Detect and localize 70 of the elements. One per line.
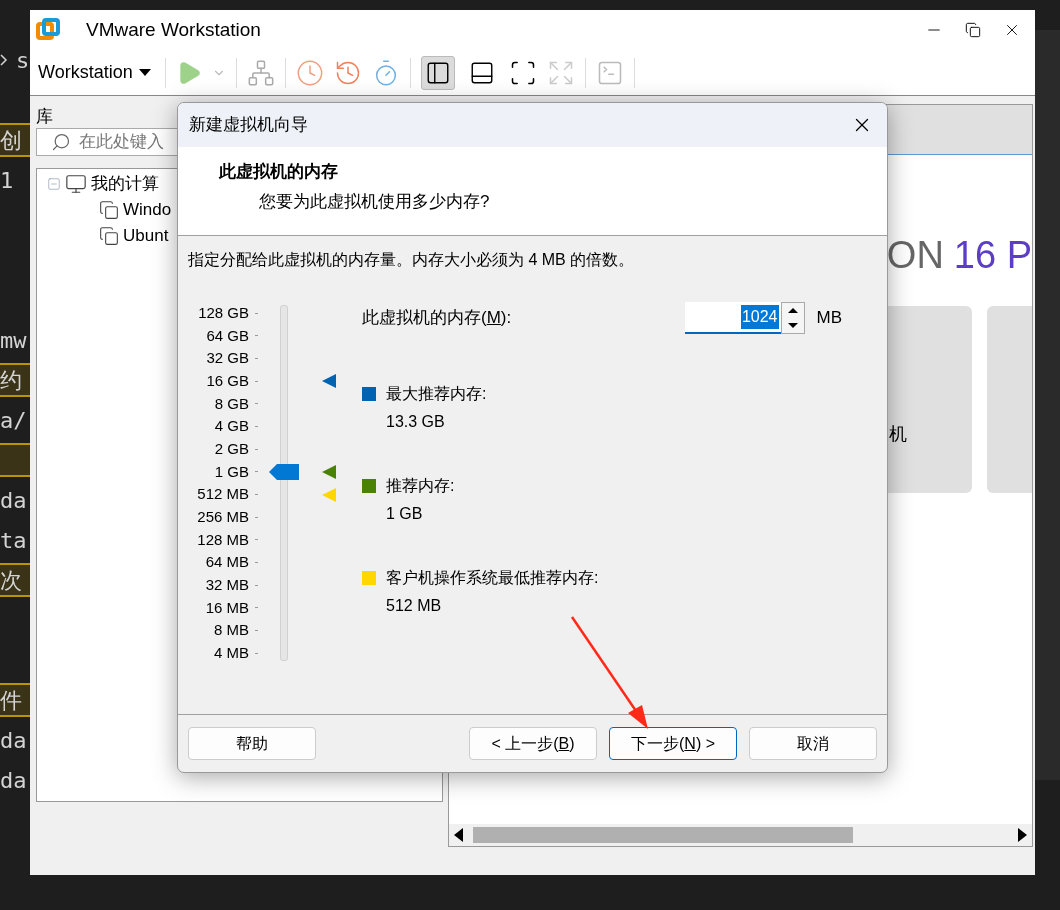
search-highlight: 次 [0,563,30,597]
dialog-button[interactable]: 取消 [749,727,877,760]
brand-text: ON [886,233,944,278]
code-text: a/ [0,406,27,435]
scale-label: 64 MB [205,552,249,573]
code-text: da [0,726,27,755]
restore-icon[interactable] [965,22,981,38]
unit-label: MB [816,307,842,330]
left-arrow-icon[interactable] [453,828,463,842]
dialog-button[interactable]: 下一步(N) > [609,727,737,760]
window-title: VMware Workstation [86,17,261,42]
search-highlight [0,443,30,477]
scale-label: 32 MB [205,574,249,595]
chevron-icon [0,54,8,66]
slider-thumb[interactable] [269,463,299,480]
search-icon [51,132,71,152]
scale-label: 8 MB [214,620,249,641]
page-subheading: 您要为此虚拟机使用多少内存? [259,190,491,213]
legend-label: 推荐内存: [386,476,455,496]
legend-value: 512 MB [386,596,443,616]
library-title: 库 [36,106,53,128]
legend-value: 13.3 GB [386,412,446,432]
workstation-menu[interactable]: Workstation [38,59,155,86]
search-highlight: 件 [0,683,30,717]
computer-icon [65,173,87,195]
memory-spinbox[interactable]: 1024 [684,302,781,334]
vm-icon [99,200,119,220]
scale-label: 8 GB [214,393,249,414]
brand-text: 16 P [953,233,1032,278]
legend-value: 1 GB [386,504,424,524]
description-text: 指定分配给此虚拟机的内存量。内存大小必须为 4 MB 的倍数。 [188,251,635,268]
code-text: da [0,766,27,795]
scale-label: 32 GB [206,348,249,369]
right-arrow-icon[interactable] [1018,828,1028,842]
scale-label: 2 GB [214,439,249,459]
dialog-button[interactable]: 帮助 [188,727,316,760]
slider-track[interactable] [269,305,299,661]
view-toggle[interactable] [420,55,455,90]
scale-label: 16 MB [205,597,249,618]
scale-label: 1 GB [214,461,249,482]
scrollbar[interactable] [449,824,1032,846]
legend-label: 最大推荐内存: [386,384,487,404]
scale-label: 4 MB [214,642,249,663]
code-text: 1 [0,166,14,195]
code-text: da [0,486,27,515]
clock-icon[interactable] [295,58,324,87]
code-text: mw [0,326,27,355]
scale-label: 128 MB [197,529,249,550]
caret-icon [138,68,151,77]
scale-label: 256 MB [197,507,249,527]
dialog-button[interactable]: < 上一步(B) [469,727,597,760]
code-text: ta [0,526,27,555]
dialog-title: 新建虚拟机向导 [189,114,308,137]
vm-icon [99,226,119,246]
legend-label: 客户机操作系统最低推荐内存: [386,568,599,588]
field-label: 此虚拟机的内存(M): [362,307,512,330]
code-text: s [16,46,30,75]
tree-item[interactable]: Ubunt [123,223,169,249]
app-logo-icon [36,18,60,42]
scale-label: 64 GB [206,325,249,346]
scale-label: 128 GB [198,303,249,324]
tree-item[interactable]: 我的计算 [91,171,159,197]
scale-label: 16 GB [206,371,249,392]
scale-label: 512 MB [197,484,249,505]
page-heading: 此虚拟机的内存 [219,161,339,183]
scale-label: 4 GB [214,416,249,437]
network-icon[interactable] [246,58,275,87]
tree-item[interactable]: Windo [123,197,172,223]
search-highlight: 创 [0,123,30,157]
search-highlight: 约 [0,363,30,397]
